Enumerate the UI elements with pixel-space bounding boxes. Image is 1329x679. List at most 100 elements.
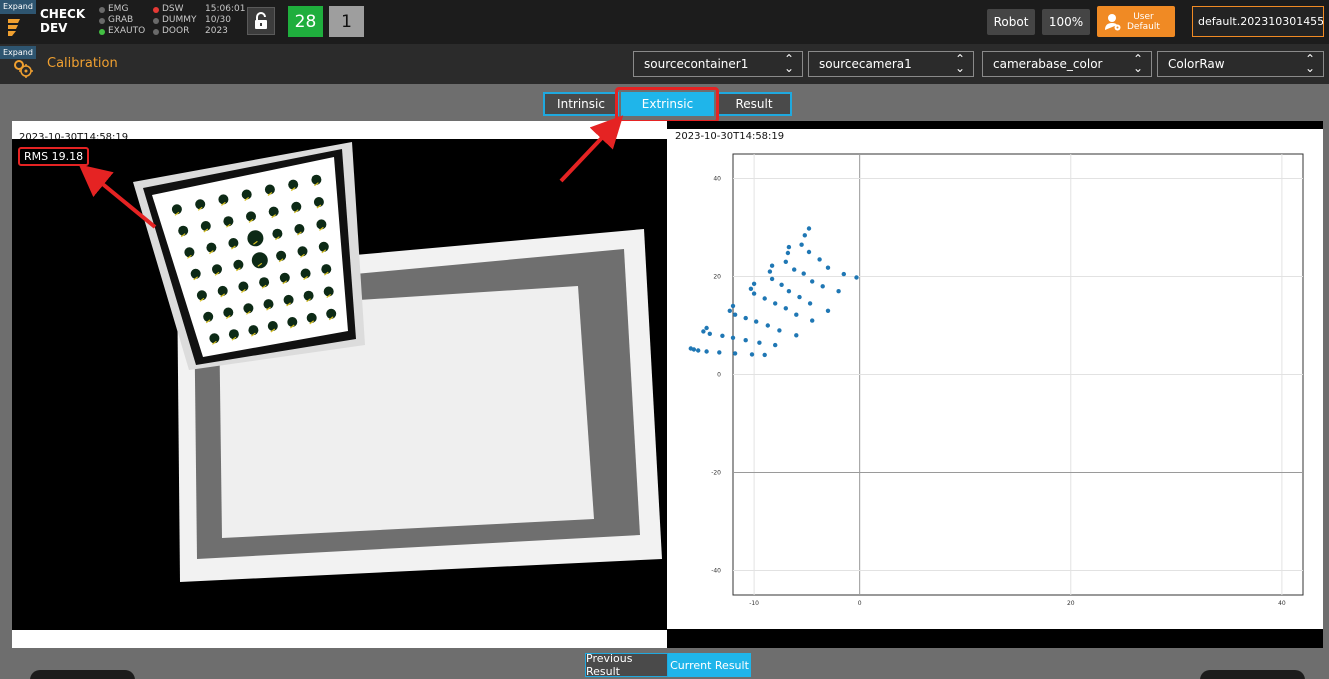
scatter-point xyxy=(792,267,797,272)
panel-bottom-strip xyxy=(12,630,667,648)
status-indicators-1: EMG GRAB EXAUTO xyxy=(99,4,145,37)
page-title: Calibration xyxy=(47,56,118,71)
zoom-button[interactable]: 100% xyxy=(1042,9,1090,35)
status-dot-icon xyxy=(153,6,159,13)
board-dot xyxy=(323,286,334,297)
board-dot xyxy=(303,290,314,301)
board-dot xyxy=(184,247,195,258)
board-dot xyxy=(276,250,287,261)
clock-date: 10/30 xyxy=(205,15,231,25)
scatter-point xyxy=(807,301,813,306)
scatter-point xyxy=(749,352,755,357)
board-dot xyxy=(178,225,189,236)
scatter-point xyxy=(765,323,770,328)
scatter-point xyxy=(797,294,802,300)
board-dot xyxy=(263,299,274,310)
board-dot xyxy=(248,325,259,336)
scatter-point xyxy=(701,329,706,334)
scatter-point xyxy=(810,318,815,323)
calibration-icon xyxy=(14,60,33,78)
camera-select[interactable]: sourcecamera1 ⌃ ⌄ xyxy=(808,51,974,77)
user-icon xyxy=(1105,13,1121,30)
unlock-icon xyxy=(255,12,267,29)
image-type-select[interactable]: ColorRaw ⌃ ⌄ xyxy=(1157,51,1324,77)
scatter-point xyxy=(799,242,804,247)
tab-intrinsic[interactable]: Intrinsic xyxy=(543,92,619,116)
scatter-point xyxy=(773,342,778,348)
user-role: Default xyxy=(1127,21,1160,32)
scatter-point xyxy=(773,301,778,306)
scatter-point xyxy=(825,265,831,270)
board-dot xyxy=(246,211,256,222)
camera-image-panel: 2023-10-30T14:58:19 RMS 19.18 xyxy=(12,121,667,648)
scatter-point xyxy=(732,312,738,317)
status-dot-icon xyxy=(153,17,159,24)
status-exauto: EXAUTO xyxy=(99,26,145,37)
current-result-button[interactable]: Current Result xyxy=(668,653,751,677)
status-grab: GRAB xyxy=(99,15,145,26)
scatter-point xyxy=(794,312,799,317)
board-dot xyxy=(195,199,206,210)
board-dot xyxy=(287,317,298,327)
x-tick-label: 0 xyxy=(858,600,862,607)
count-badge-green[interactable]: 28 xyxy=(288,6,323,37)
count-badge-gray[interactable]: 1 xyxy=(329,6,364,37)
image-type-select-value: ColorRaw xyxy=(1168,57,1225,71)
board-dot xyxy=(318,241,329,252)
board-dot xyxy=(311,174,322,185)
robot-button[interactable]: Robot xyxy=(987,9,1035,35)
status-dot-icon xyxy=(99,6,105,13)
user-label: User xyxy=(1133,11,1154,22)
chevron-updown-icon: ⌃ ⌄ xyxy=(783,52,794,75)
scatter-point xyxy=(751,281,757,286)
board-dot xyxy=(196,290,207,301)
scatter-point xyxy=(727,308,732,313)
page-header: Expand Calibration sourcecontainer1 ⌃ ⌄ s… xyxy=(0,44,1329,84)
board-dot xyxy=(238,281,249,292)
highlight-box xyxy=(615,87,719,123)
frame-select-value: camerabase_color xyxy=(993,57,1103,71)
scatter-point xyxy=(806,226,812,231)
frame-select[interactable]: camerabase_color ⌃ ⌄ xyxy=(982,51,1152,77)
top-bar: Expand CHECK DEV EMG GRAB EXAUTO DSW DUM… xyxy=(0,0,1329,44)
scatter-point xyxy=(762,296,767,301)
lock-button[interactable] xyxy=(247,7,275,35)
board-dot xyxy=(212,264,222,275)
user-button[interactable]: User Default xyxy=(1097,6,1175,37)
board-dot xyxy=(171,204,182,215)
scatter-point xyxy=(801,271,806,276)
scatter-point xyxy=(794,333,799,338)
chevron-updown-icon: ⌃ ⌄ xyxy=(1132,52,1143,75)
board-dot xyxy=(223,307,234,318)
scatter-point xyxy=(810,279,815,284)
board-dot xyxy=(203,311,214,322)
scatter-point xyxy=(730,335,736,340)
clock: 15:06:01 10/30 2023 xyxy=(205,4,245,37)
board-dot xyxy=(228,238,239,248)
scatter-point xyxy=(769,263,775,268)
scatter-point xyxy=(691,347,697,352)
bottom-left-button[interactable] xyxy=(30,670,135,679)
profile-selector[interactable]: default.2023103014555... xyxy=(1192,6,1324,37)
board-dot xyxy=(251,252,268,269)
container-select[interactable]: sourcecontainer1 ⌃ ⌄ xyxy=(633,51,803,77)
chevron-updown-icon: ⌃ ⌄ xyxy=(1304,52,1315,75)
expand-toggle[interactable]: Expand xyxy=(0,0,36,14)
tab-result[interactable]: Result xyxy=(716,92,792,116)
camera-image xyxy=(12,139,667,630)
app-title: CHECK DEV xyxy=(40,7,85,35)
chevron-updown-icon: ⌃ ⌄ xyxy=(954,52,965,75)
board-dot xyxy=(247,230,264,247)
bottom-right-button[interactable] xyxy=(1200,670,1305,679)
scatter-point xyxy=(769,276,775,282)
scatter-point xyxy=(785,250,791,256)
previous-result-button[interactable]: Previous Result xyxy=(585,652,668,678)
x-tick-label: 20 xyxy=(1067,600,1075,607)
board-dot xyxy=(190,268,201,279)
x-tick-label: 40 xyxy=(1278,600,1286,607)
board-dot xyxy=(228,329,239,340)
scatter-point xyxy=(820,284,825,289)
board-dot xyxy=(209,333,220,344)
scatter-point xyxy=(696,348,701,353)
x-tick-label: -10 xyxy=(749,600,759,607)
